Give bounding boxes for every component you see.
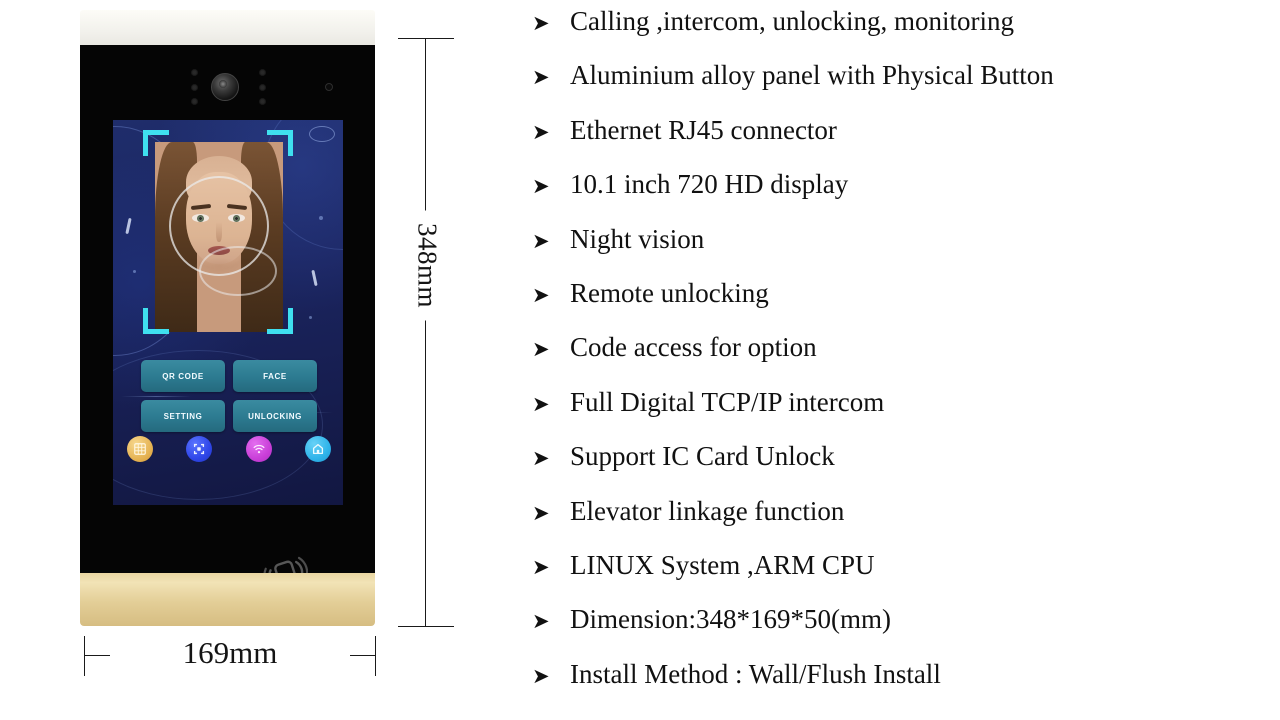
feature-text: Code access for option xyxy=(570,332,817,363)
device-top-band xyxy=(80,10,375,46)
bullet-arrow-icon: ➤ xyxy=(532,446,550,471)
bullet-arrow-icon: ➤ xyxy=(532,663,550,688)
product-image-panel: QR CODE FACE SETTING UNLOCKING 348mm 169… xyxy=(0,0,500,720)
bullet-arrow-icon: ➤ xyxy=(532,500,550,525)
feature-item: ➤ Elevator linkage function xyxy=(520,496,1280,550)
feature-text: Night vision xyxy=(570,223,705,254)
feature-text: Support IC Card Unlock xyxy=(570,441,835,472)
feature-item: ➤ LINUX System ,ARM CPU xyxy=(520,550,1280,604)
face-frame-bracket xyxy=(267,130,293,156)
feature-text: Ethernet RJ45 connector xyxy=(570,114,837,145)
feature-text: Calling ,intercom, unlocking, monitoring xyxy=(570,6,1014,36)
face-scan-ring xyxy=(199,246,277,296)
qr-scan-icon[interactable] xyxy=(186,436,213,462)
height-dimension-label: 348mm xyxy=(409,210,445,321)
feature-item: ➤ Code access for option xyxy=(520,332,1280,386)
screen-decoration xyxy=(311,269,318,287)
bullet-arrow-icon: ➤ xyxy=(532,337,550,362)
device-front-panel: QR CODE FACE SETTING UNLOCKING xyxy=(80,45,375,591)
screen-decoration xyxy=(133,270,136,273)
device-bottom-bar xyxy=(80,573,375,626)
screen-quick-icon-row xyxy=(127,436,331,462)
feature-text: Elevator linkage function xyxy=(570,495,845,526)
bullet-arrow-icon: ➤ xyxy=(532,609,550,634)
unlocking-button[interactable]: UNLOCKING xyxy=(233,400,317,432)
bullet-arrow-icon: ➤ xyxy=(532,282,550,307)
bullet-arrow-icon: ➤ xyxy=(532,119,550,144)
face-frame-bracket xyxy=(267,308,293,334)
feature-list: ➤ Calling ,intercom, unlocking, monitori… xyxy=(520,0,1280,720)
bullet-arrow-icon: ➤ xyxy=(532,11,550,35)
face-button[interactable]: FACE xyxy=(233,360,317,392)
keypad-icon[interactable] xyxy=(127,436,153,462)
feature-item: ➤ Aluminium alloy panel with Physical Bu… xyxy=(520,60,1280,114)
camera-lens-icon xyxy=(211,73,239,101)
feature-item: ➤ Support IC Card Unlock xyxy=(520,441,1280,495)
ir-led-icon xyxy=(256,69,268,105)
feature-item: ➤ Install Method : Wall/Flush Install xyxy=(520,659,1280,713)
feature-text: Install Method : Wall/Flush Install xyxy=(570,658,941,689)
bullet-arrow-icon: ➤ xyxy=(532,174,550,199)
feature-item: ➤ Remote unlocking xyxy=(520,278,1280,332)
bullet-arrow-icon: ➤ xyxy=(532,65,550,90)
face-frame-bracket xyxy=(143,130,169,156)
screen-decoration xyxy=(319,216,323,220)
screen-decoration xyxy=(309,126,335,142)
feature-text: Aluminium alloy panel with Physical Butt… xyxy=(570,60,1054,91)
feature-item: ➤ Calling ,intercom, unlocking, monitori… xyxy=(520,6,1280,60)
qr-code-button[interactable]: QR CODE xyxy=(141,360,225,392)
device-screen[interactable]: QR CODE FACE SETTING UNLOCKING xyxy=(113,120,343,505)
feature-text: LINUX System ,ARM CPU xyxy=(570,549,875,580)
feature-item: ➤ 10.1 inch 720 HD display xyxy=(520,169,1280,223)
feature-text: Dimension:348*169*50(mm) xyxy=(570,604,891,635)
bullet-arrow-icon: ➤ xyxy=(532,391,550,416)
feature-text: Full Digital TCP/IP intercom xyxy=(570,386,885,417)
feature-item: ➤ Ethernet RJ45 connector xyxy=(520,115,1280,169)
face-frame-bracket xyxy=(143,308,169,334)
screen-menu-grid: QR CODE FACE SETTING UNLOCKING xyxy=(141,360,317,432)
door-station-device: QR CODE FACE SETTING UNLOCKING xyxy=(80,10,375,626)
product-spec-page: QR CODE FACE SETTING UNLOCKING 348mm 169… xyxy=(0,0,1280,720)
width-dimension-label: 169mm xyxy=(110,635,350,671)
bullet-arrow-icon: ➤ xyxy=(532,554,550,579)
home-icon[interactable] xyxy=(304,436,331,462)
feature-item: ➤ Full Digital TCP/IP intercom xyxy=(520,387,1280,441)
feature-item: ➤ Dimension:348*169*50(mm) xyxy=(520,604,1280,658)
setting-button[interactable]: SETTING xyxy=(141,400,225,432)
screen-decoration xyxy=(309,316,312,319)
camera-module xyxy=(80,65,375,109)
feature-text: 10.1 inch 720 HD display xyxy=(570,169,849,200)
width-dimension: 169mm xyxy=(80,632,380,682)
height-dimension: 348mm xyxy=(390,30,465,640)
wifi-icon[interactable] xyxy=(245,436,272,462)
light-sensor-icon xyxy=(325,83,333,91)
face-capture-area xyxy=(155,142,283,332)
feature-item: ➤ Night vision xyxy=(520,224,1280,278)
feature-text: Remote unlocking xyxy=(570,277,769,308)
bullet-arrow-icon: ➤ xyxy=(532,228,550,253)
ir-led-icon xyxy=(188,69,200,105)
